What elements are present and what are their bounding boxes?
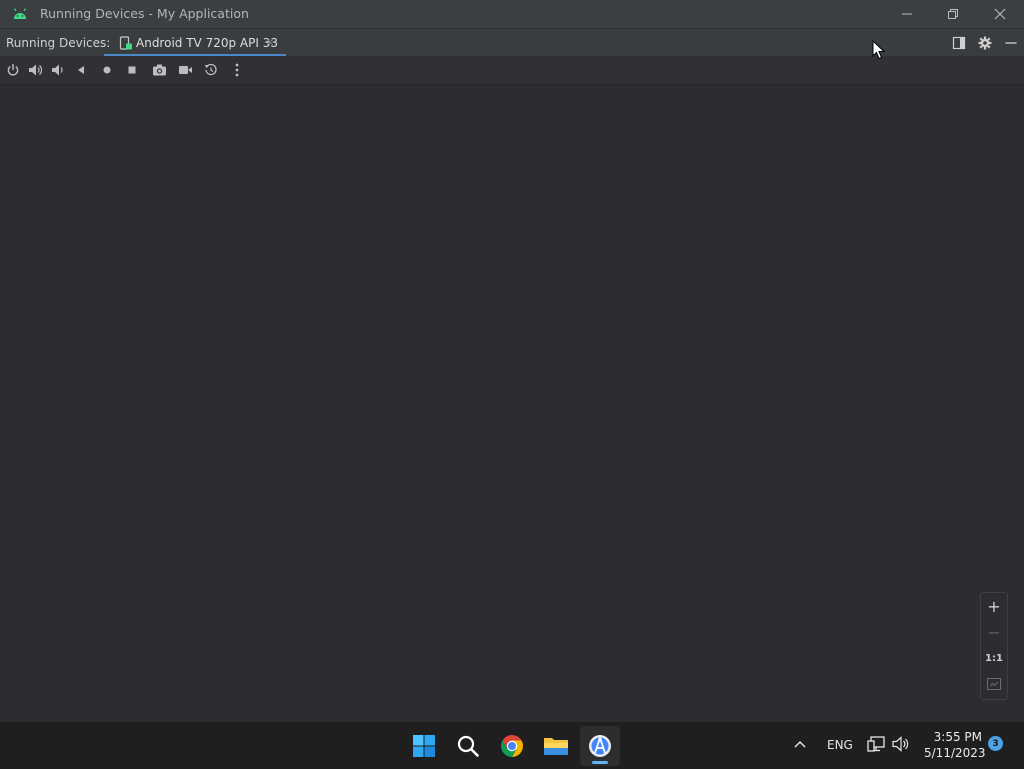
start-button[interactable] [404,726,444,766]
zoom-in-icon: + [987,596,1001,616]
screen-record-button[interactable] [175,60,195,80]
search-icon [457,735,479,757]
home-icon [103,66,111,74]
network-icon[interactable] [867,736,885,752]
mouse-cursor-icon [872,40,886,60]
android-studio-button[interactable] [580,726,620,766]
file-explorer-button[interactable] [536,726,576,766]
volume-up-icon [29,64,42,76]
restore-icon [948,9,958,19]
tab-android-tv[interactable]: Android TV 720p API 33 × [104,29,286,57]
device-display-area[interactable] [0,85,1024,721]
zoom-out-button[interactable]: − [981,619,1007,645]
close-button[interactable] [977,0,1023,28]
device-toolbar [0,56,1024,85]
volume-down-button[interactable] [47,60,67,80]
tab-close-icon[interactable]: × [265,35,275,49]
fit-screen-button[interactable] [981,671,1007,697]
snapshot-icon [204,63,217,76]
minimize-icon [902,13,912,15]
device-icon [119,36,132,50]
screen-record-icon [178,66,192,74]
layout-icon[interactable] [952,36,966,50]
zoom-in-button[interactable]: + [981,593,1007,619]
home-button[interactable] [97,60,117,80]
device-tab-bar: Running Devices: Android TV 720p API 33 … [0,28,1024,57]
chevron-up-icon[interactable] [794,739,806,749]
taskbar: ENG 3:55 PM 5/11/2023 3 [0,721,1024,769]
chrome-button[interactable] [492,726,532,766]
title-bar: Running Devices - My Application [0,0,1024,28]
windows-start-icon [413,735,435,757]
screenshot-icon [152,64,166,76]
language-indicator[interactable]: ENG [827,738,853,752]
actual-size-button[interactable]: 1:1 [981,645,1007,671]
android-icon [13,8,27,19]
minimize-button[interactable] [884,0,930,28]
hide-icon[interactable] [1004,36,1018,50]
clock-time[interactable]: 3:55 PM [924,730,982,744]
search-button[interactable] [448,726,488,766]
android-studio-icon [589,735,611,757]
back-button[interactable] [71,60,91,80]
window-title: Running Devices - My Application [40,6,249,21]
fit-screen-icon [987,678,1001,690]
zoom-controls: + − 1:1 [980,592,1008,700]
tab-label: Android TV 720p API 33 [136,36,278,50]
back-icon [78,66,84,74]
chrome-icon [501,735,523,757]
overview-button[interactable] [122,60,142,80]
snapshot-button[interactable] [201,60,221,80]
restore-button[interactable] [930,0,976,28]
overview-icon [128,66,136,74]
clock-date[interactable]: 5/11/2023 [924,746,986,760]
notification-badge[interactable]: 3 [988,736,1003,751]
more-icon [235,63,239,77]
gear-icon[interactable] [978,36,992,50]
more-button[interactable] [227,60,247,80]
screenshot-button[interactable] [149,60,169,80]
running-devices-label: Running Devices: [6,36,111,50]
volume-down-icon [52,64,63,76]
file-explorer-icon [544,738,568,755]
power-icon [7,64,19,76]
power-button[interactable] [3,60,23,80]
volume-up-button[interactable] [25,60,45,80]
active-app-indicator [592,761,608,764]
volume-icon[interactable] [892,736,910,752]
zoom-out-icon: − [987,622,1001,642]
actual-size-label: 1:1 [985,652,1003,664]
close-icon [994,8,1006,20]
